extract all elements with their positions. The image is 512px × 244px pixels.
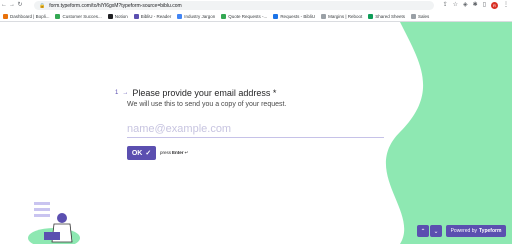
bookmark-item[interactable]: Customer Succes...: [55, 13, 102, 19]
bookmark-item[interactable]: Sales: [411, 13, 430, 19]
bookmark-favicon-icon: [177, 13, 183, 19]
check-icon: ✓: [145, 150, 152, 157]
avatar[interactable]: R: [491, 2, 498, 9]
browser-toolbar: ← → ↻ 🔒 form.typeform.com/to/hlYl6gxM?ty…: [0, 0, 512, 11]
question-title: Please provide your email address *: [132, 88, 277, 98]
bookmark-item[interactable]: Requests - BibliU: [273, 13, 316, 19]
star-icon[interactable]: ☆: [453, 1, 458, 10]
arrow-left-icon[interactable]: ←: [0, 0, 8, 11]
question-description: We will use this to send you a copy of y…: [127, 101, 287, 108]
bookmark-favicon-icon: [221, 13, 227, 19]
bookmarks-bar: Dashboard | Bopli... Customer Succes... No…: [0, 11, 512, 22]
bookmark-label: Shared Sheets: [375, 13, 406, 19]
press-label: press: [160, 150, 172, 155]
question-number: 1: [115, 90, 119, 96]
menu-icon[interactable]: ⋮: [503, 1, 509, 10]
brand-label: Typeform: [478, 228, 502, 234]
chevron-up-icon[interactable]: ⌃: [417, 225, 429, 237]
bookmark-label: Margins | Reboot: [328, 13, 363, 19]
powered-by-label: Powered by: [450, 228, 477, 234]
ok-label: OK: [131, 149, 143, 157]
url-text[interactable]: form.typeform.com/to/hlYl6gxM?typeform-s…: [49, 3, 181, 9]
bookmark-item[interactable]: Industry Jargon: [177, 13, 216, 19]
bookmark-favicon-icon: [133, 13, 139, 19]
bookmark-label: Notion: [114, 13, 128, 19]
bookmark-favicon-icon: [411, 13, 417, 19]
address-bar[interactable]: 🔒 form.typeform.com/to/hlYl6gxM?typeform…: [34, 1, 434, 10]
bookmark-favicon-icon: [107, 13, 113, 19]
enter-symbol: ↵: [184, 150, 189, 155]
bookmark-item[interactable]: Notion: [107, 13, 128, 19]
reload-icon[interactable]: ↻: [16, 0, 24, 11]
email-field[interactable]: [127, 121, 384, 138]
powered-by-typeform-button[interactable]: Powered by Typeform: [446, 225, 506, 237]
bookmark-item[interactable]: Quote Requests -...: [221, 13, 268, 19]
lock-icon[interactable]: 🔒: [39, 3, 45, 9]
bookmark-label: BibliU - Reader: [140, 13, 172, 19]
share-icon[interactable]: ⇪: [443, 1, 448, 10]
bookmark-favicon-icon: [273, 13, 279, 19]
bookmark-item[interactable]: Margins | Reboot: [321, 13, 363, 19]
sidebar-icon[interactable]: ▯: [483, 1, 486, 10]
arrow-right-icon[interactable]: →: [8, 0, 16, 11]
press-enter-hint: press Enter ↵: [160, 150, 188, 156]
puzzle-icon[interactable]: ✱: [473, 1, 478, 10]
email-input[interactable]: [127, 123, 384, 135]
bookmark-item[interactable]: Shared Sheets: [368, 13, 406, 19]
typeform-page: 1 → Please provide your email address * …: [0, 22, 512, 244]
enter-label: Enter: [172, 150, 184, 155]
pagination-buttons: ⌃ ⌄: [417, 225, 442, 237]
bookmark-label: Requests - BibliU: [280, 13, 316, 19]
browser-actions: ⇪ ☆ ◈ ✱ ▯ R ⋮: [443, 1, 509, 10]
bookmark-label: Quote Requests -...: [228, 13, 268, 19]
bookmark-favicon-icon: [55, 13, 61, 19]
bookmark-item[interactable]: BibliU - Reader: [133, 13, 172, 19]
bookmark-favicon-icon: [321, 13, 327, 19]
bookmark-label: Industry Jargon: [184, 13, 216, 19]
bookmark-label: Sales: [418, 13, 430, 19]
question-header: 1 → Please provide your email address *: [115, 88, 276, 98]
person-illustration: [28, 202, 80, 244]
bookmark-favicon-icon: [368, 13, 374, 19]
bookmark-item[interactable]: Dashboard | Bopli...: [3, 13, 50, 19]
arrow-right-icon: →: [122, 90, 129, 96]
bookmark-label: Dashboard | Bopli...: [10, 13, 50, 19]
bookmark-favicon-icon: [3, 13, 8, 19]
chevron-down-icon[interactable]: ⌄: [430, 225, 442, 237]
ok-button[interactable]: OK ✓: [127, 146, 156, 160]
extension-icon[interactable]: ◈: [463, 1, 468, 10]
bookmark-label: Customer Succes...: [62, 13, 102, 19]
